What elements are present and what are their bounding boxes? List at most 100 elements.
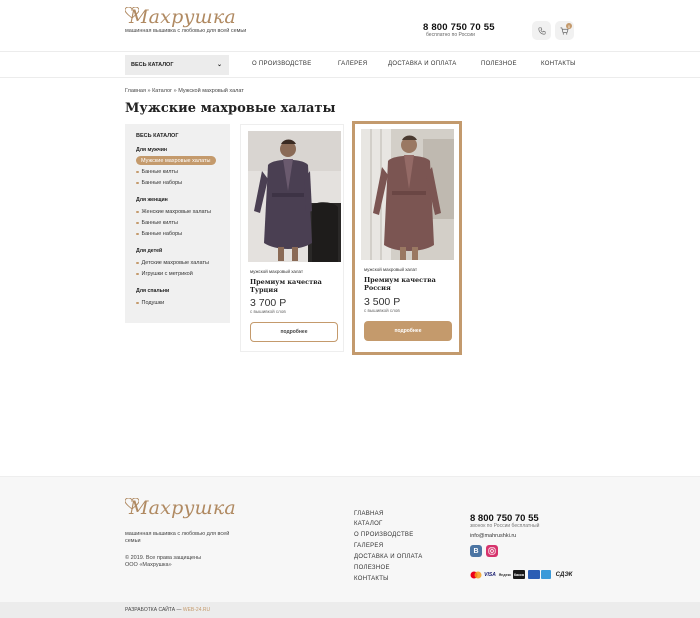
breadcrumb: Главная » Каталог » Мужской махровый хал… (125, 88, 244, 94)
nav-item-delivery[interactable]: ДОСТАВКА И ОПЛАТА (388, 61, 457, 67)
bullet-icon (136, 170, 139, 174)
footer-email[interactable]: info@mahrushki.ru (470, 533, 516, 539)
breadcrumb-current: Мужской махровый халат (178, 88, 244, 94)
logo-text: Махрушка (129, 6, 236, 28)
product-note: с вышивкой слов (364, 308, 400, 313)
product-image[interactable] (361, 129, 454, 260)
sidebar-item-label: Женские махровые халаты (141, 209, 211, 215)
wallet-icon (541, 570, 551, 579)
sidebar-item-label: Банные наборы (141, 231, 183, 237)
footer: Махрушка машинная вышивка с любовью для … (0, 476, 700, 602)
developer-link[interactable]: WEB-24.RU (183, 607, 210, 613)
visa-icon: VISA (484, 571, 496, 578)
company-name: ООО «Махрушка» (125, 562, 172, 568)
sidebar-item-label: Подушки (141, 300, 165, 306)
yandex-money-icon: Яндекс (498, 572, 512, 577)
chevron-down-icon: ⌄ (216, 62, 222, 68)
sidebar-item-label: Игрушки с метрикой (141, 271, 193, 277)
catalog-sidebar: ВЕСЬ КАТАЛОГ Для мужчин Мужские махровые… (125, 124, 230, 323)
sidebar-item-kids-toys[interactable]: Игрушки с метрикой (136, 271, 193, 277)
sidebar-item-label: Мужские махровые халаты (141, 157, 211, 164)
bullet-icon (136, 221, 139, 225)
catalog-dropdown-label: ВЕСЬ КАТАЛОГ (131, 62, 174, 68)
product-name[interactable]: Премиум качества Россия (364, 276, 454, 292)
sidebar-item-men-kilts[interactable]: Банные килты (136, 169, 178, 175)
product-card[interactable]: мужской махровый халат Премиум качества … (240, 124, 344, 352)
heart-icon (125, 7, 139, 19)
bullet-icon (136, 261, 139, 265)
bullet-icon (136, 272, 139, 276)
developer-credit: РАЗРАБОТКА САЙТА — WEB-24.RU (125, 607, 210, 613)
main-nav: ВЕСЬ КАТАЛОГ ⌄ О ПРОИЗВОДСТВЕ ГАЛЕРЕЯ ДО… (0, 51, 700, 78)
footer-link-production[interactable]: О ПРОИЗВОДСТВЕ (354, 532, 414, 538)
details-button[interactable]: подробнее (250, 322, 338, 342)
bullet-icon (136, 301, 139, 305)
product-note: с вышивкой слов (250, 309, 286, 314)
sidebar-item-women-robes[interactable]: Женские махровые халаты (136, 209, 211, 215)
footer-link-gallery[interactable]: ГАЛЕРЕЯ (354, 543, 383, 549)
bullet-icon (136, 232, 139, 236)
header-logo[interactable]: Махрушка машинная вышивка с любовью для … (125, 6, 246, 34)
sidebar-item-kids-robes[interactable]: Детские махровые халаты (136, 260, 209, 266)
sidebar-group-bedroom: Для спальни (136, 288, 170, 294)
footer-link-catalog[interactable]: КАТАЛОГ (354, 521, 383, 527)
sidebar-item-men-sets[interactable]: Банные наборы (136, 180, 182, 186)
nav-item-production[interactable]: О ПРОИЗВОДСТВЕ (252, 61, 312, 67)
sidebar-item-women-kilts[interactable]: Банные килты (136, 220, 178, 226)
sidebar-group-men: Для мужчин (136, 147, 168, 153)
sidebar-group-women: Для женщин (136, 197, 168, 203)
sidebar-group-kids: Для детей (136, 248, 163, 254)
developer-label: РАЗРАБОТКА САЙТА — (125, 607, 182, 613)
sidebar-all-catalog[interactable]: ВЕСЬ КАТАЛОГ (136, 133, 178, 139)
page-title: Мужские махровые халаты (125, 101, 336, 116)
bullet-icon (136, 181, 139, 185)
sidebar-item-pillows[interactable]: Подушки (136, 300, 164, 306)
bank-card-icon (528, 570, 540, 579)
footer-link-delivery[interactable]: ДОСТАВКА И ОПЛАТА (354, 554, 423, 560)
product-card[interactable]: мужской махровый халат Премиум качества … (352, 121, 462, 355)
nav-item-contacts[interactable]: КОНТАКТЫ (541, 61, 576, 67)
catalog-dropdown-button[interactable]: ВЕСЬ КАТАЛОГ ⌄ (125, 55, 229, 75)
cart-button[interactable]: 0 (555, 21, 574, 40)
sidebar-item-label: Банные наборы (141, 180, 183, 186)
logo-tagline: машинная вышивка с любовью для всей семь… (125, 28, 247, 34)
nav-item-useful[interactable]: ПОЛЕЗНОЕ (481, 61, 517, 67)
footer-logo[interactable]: Махрушка (125, 497, 236, 519)
logo-text: Махрушка (129, 497, 236, 519)
heart-icon (125, 498, 139, 510)
product-name[interactable]: Премиум качества Турция (250, 278, 340, 294)
copyright-line: © 2019. Все права защищены (125, 555, 202, 561)
footer-copyright: © 2019. Все права защищены ООО «Махрушка… (125, 555, 201, 569)
product-price: 3 500 Р (364, 296, 401, 308)
cdek-icon: СДЭК (555, 571, 573, 578)
footer-link-home[interactable]: ГЛАВНАЯ (354, 511, 384, 517)
sidebar-item-men-robes[interactable]: Мужские махровые халаты (136, 156, 216, 165)
cart-count-badge: 0 (566, 23, 572, 29)
callback-button[interactable] (532, 21, 551, 40)
header-phone-note: бесплатно по России (426, 32, 475, 38)
sidebar-item-label: Банные килты (141, 220, 178, 226)
footer-link-contacts[interactable]: КОНТАКТЫ (354, 576, 389, 582)
phone-icon (537, 26, 546, 35)
product-image[interactable] (248, 131, 341, 262)
vk-icon[interactable]: B (470, 545, 482, 557)
details-button[interactable]: подробнее (364, 321, 452, 341)
footer-link-useful[interactable]: ПОЛЕЗНОЕ (354, 565, 390, 571)
breadcrumb-catalog[interactable]: Каталог (152, 88, 172, 94)
mastercard-icon (470, 570, 482, 579)
nav-item-gallery[interactable]: ГАЛЕРЕЯ (338, 61, 367, 67)
breadcrumb-separator: » (173, 88, 177, 94)
footer-phone-note: звонок по России бесплатный (470, 523, 540, 529)
breadcrumb-home[interactable]: Главная (125, 88, 146, 94)
footer-tagline: машинная вышивка с любовью для всей семь… (125, 531, 230, 544)
product-price: 3 700 Р (250, 297, 287, 309)
sidebar-item-label: Банные килты (141, 169, 178, 175)
product-type: мужской махровый халат (364, 267, 418, 272)
sidebar-item-label: Детские махровые халаты (141, 260, 209, 266)
product-type: мужской махровый халат (250, 269, 304, 274)
sidebar-item-women-sets[interactable]: Банные наборы (136, 231, 182, 237)
bottom-bar: РАЗРАБОТКА САЙТА — WEB-24.RU (0, 602, 700, 618)
instagram-icon[interactable] (486, 545, 498, 557)
kassa-icon: Касса (513, 570, 525, 579)
bullet-icon (136, 210, 139, 214)
